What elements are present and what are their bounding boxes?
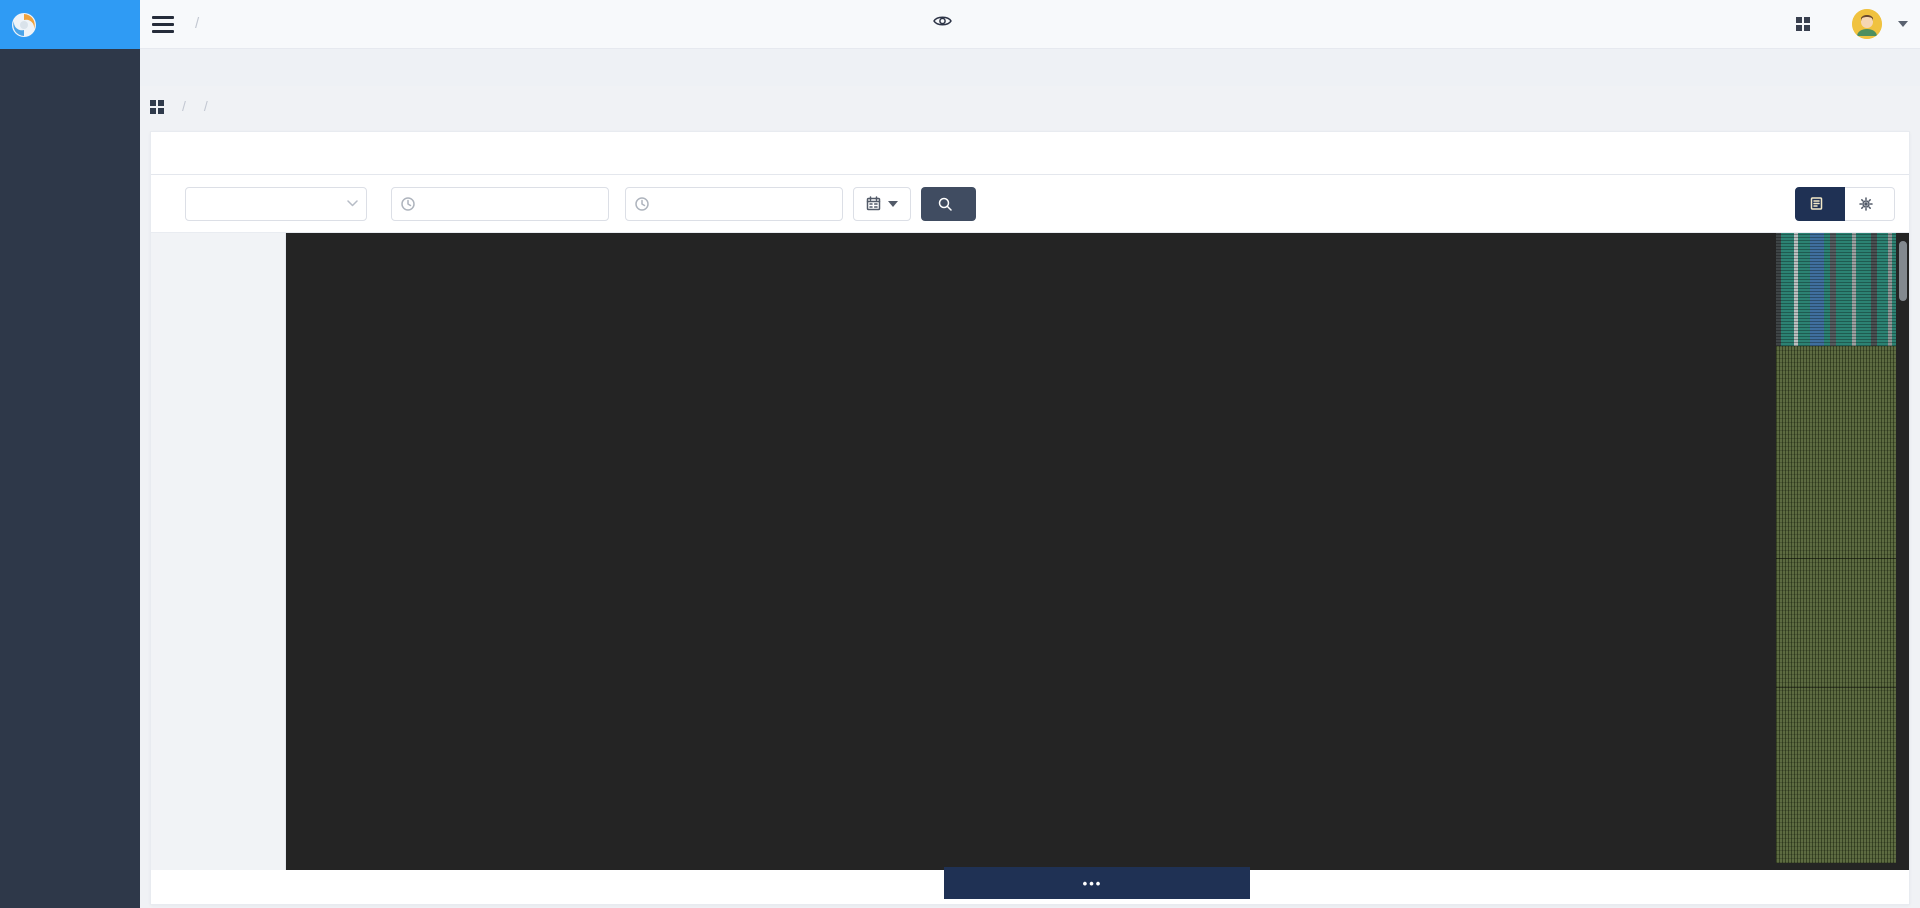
open-tabs-row <box>140 49 1920 86</box>
date-to-input[interactable] <box>625 187 843 221</box>
clock-icon <box>635 197 649 211</box>
minimap-lower-section <box>1776 346 1896 863</box>
detail-tabbar <box>151 132 1909 175</box>
log-type-nav <box>151 233 286 870</box>
breadcrumb-grid-icon <box>150 100 164 114</box>
user-caret-icon <box>1898 21 1908 27</box>
system-menu[interactable] <box>1796 17 1816 31</box>
clock-icon <box>401 197 415 211</box>
calendar-icon <box>866 196 881 211</box>
brand-swirl-icon <box>10 11 38 39</box>
top-header: / <box>140 0 1920 49</box>
calendar-caret-icon <box>888 201 898 207</box>
minimap-upper-section <box>1776 233 1896 346</box>
minimap[interactable] <box>1776 233 1896 863</box>
instance-select[interactable] <box>185 187 367 221</box>
load-more-button[interactable]: ••• <box>944 867 1250 899</box>
app-sidebar <box>0 0 140 908</box>
brand-logo[interactable] <box>0 0 140 49</box>
page-breadcrumb-row: // <box>140 86 1920 131</box>
avatar <box>1852 9 1882 39</box>
search-icon <box>938 197 952 211</box>
user-menu[interactable] <box>1852 9 1908 39</box>
terminal-scrollbar[interactable] <box>1898 233 1908 870</box>
log-list-icon <box>1810 197 1823 210</box>
settings-button[interactable] <box>1845 187 1895 221</box>
current-system-indicator <box>933 14 959 28</box>
chevron-down-icon <box>347 200 358 207</box>
date-from-input[interactable] <box>391 187 609 221</box>
log-terminal[interactable] <box>286 233 1909 870</box>
log-view-button[interactable] <box>1795 187 1845 221</box>
hamburger-menu-icon[interactable] <box>152 16 174 33</box>
filter-row <box>151 175 1909 233</box>
breadcrumb-separator: / <box>195 15 199 32</box>
settings-gear-icon <box>1859 197 1873 211</box>
main-card: ••• <box>150 131 1910 905</box>
eye-icon <box>933 14 952 28</box>
header-breadcrumb: / <box>187 15 207 32</box>
ellipsis-icon: ••• <box>1083 876 1103 891</box>
system-grid-icon <box>1796 17 1810 31</box>
calendar-preset-button[interactable] <box>853 187 911 221</box>
terminal-scrollbar-thumb[interactable] <box>1899 241 1907 301</box>
query-button[interactable] <box>921 187 976 221</box>
